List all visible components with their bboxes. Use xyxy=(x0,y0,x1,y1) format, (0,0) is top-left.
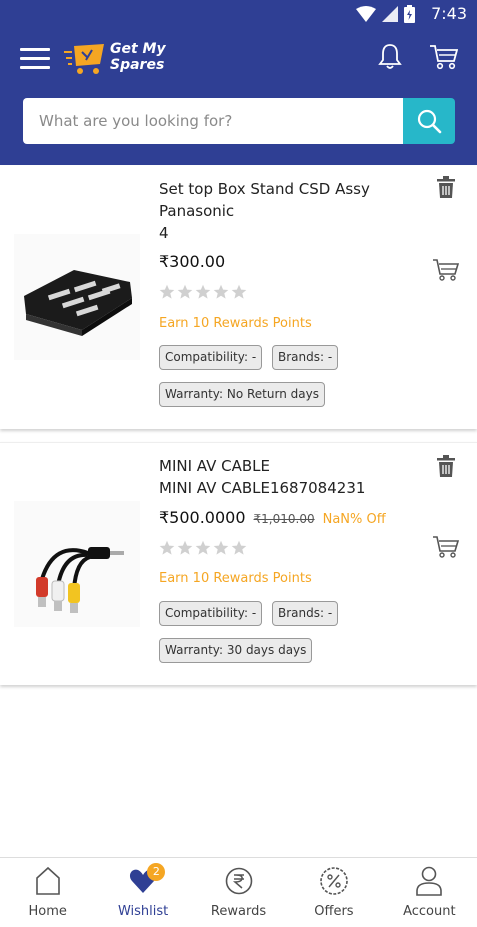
wishlist-item[interactable]: Set top Box Stand CSD Assy Panasonic 4 ₹… xyxy=(0,166,477,429)
logo-text: Get My Spares xyxy=(110,41,166,73)
nav-offers[interactable]: Offers xyxy=(286,858,381,927)
price: ₹500.0000 xyxy=(159,508,246,527)
nav-rewards[interactable]: Rewards xyxy=(191,858,286,927)
price: ₹300.00 xyxy=(159,252,226,271)
status-time: 7:43 xyxy=(431,4,467,23)
delete-icon[interactable] xyxy=(437,176,455,198)
wifi-icon xyxy=(356,6,376,22)
nav-home[interactable]: Home xyxy=(0,858,95,927)
status-icons xyxy=(356,5,415,23)
star-icon xyxy=(159,540,175,555)
app-logo[interactable]: Get My Spares xyxy=(64,38,184,78)
nav-label: Rewards xyxy=(210,904,267,919)
add-to-cart-icon[interactable] xyxy=(433,535,459,559)
delete-icon[interactable] xyxy=(437,455,455,477)
rewards-text: Earn 10 Rewards Points xyxy=(159,316,312,331)
rewards-text: Earn 10 Rewards Points xyxy=(159,571,312,586)
nav-label: Home xyxy=(28,904,67,919)
nav-label: Account xyxy=(403,904,456,919)
wishlist-count-badge: 2 xyxy=(147,863,166,881)
star-rating xyxy=(159,540,247,556)
cart-icon[interactable] xyxy=(430,44,458,70)
product-image[interactable] xyxy=(14,234,140,360)
original-price: ₹1,010.00 xyxy=(253,512,315,526)
percent-icon xyxy=(320,867,348,895)
star-icon xyxy=(231,284,247,299)
nav-wishlist[interactable]: 2 Wishlist xyxy=(95,858,190,927)
star-icon xyxy=(195,284,211,299)
price-row: ₹300.00 xyxy=(159,252,225,271)
hamburger-menu-icon[interactable] xyxy=(20,48,50,70)
star-icon xyxy=(177,540,193,555)
compatibility-chip: Compatibility: - xyxy=(159,345,263,370)
star-icon xyxy=(213,284,229,299)
star-icon xyxy=(231,540,247,555)
warranty-chip: Warranty: 30 days days xyxy=(159,638,313,663)
bottom-nav: Home 2 Wishlist Rewards Offers Account xyxy=(0,857,477,927)
star-icon xyxy=(213,540,229,555)
warranty-chip: Warranty: No Return days xyxy=(159,382,325,407)
search-box xyxy=(23,98,403,144)
notification-bell-icon[interactable] xyxy=(378,42,402,70)
compatibility-chip: Compatibility: - xyxy=(159,601,263,626)
app-bar: Get My Spares xyxy=(0,28,477,165)
search-icon xyxy=(417,109,442,134)
nav-label: Wishlist xyxy=(117,904,169,919)
user-icon xyxy=(416,866,443,896)
nav-account[interactable]: Account xyxy=(382,858,477,927)
product-image[interactable] xyxy=(14,501,140,627)
search-input[interactable] xyxy=(23,98,403,144)
add-to-cart-icon[interactable] xyxy=(433,258,459,282)
star-rating xyxy=(159,284,247,300)
brands-chip: Brands: - xyxy=(272,345,339,370)
status-bar: 7:43 xyxy=(0,0,477,28)
product-title[interactable]: MINI AV CABLE MINI AV CABLE1687084231 xyxy=(159,455,409,499)
star-icon xyxy=(195,540,211,555)
wishlist-item[interactable]: MINI AV CABLE MINI AV CABLE1687084231 ₹5… xyxy=(0,442,477,685)
star-icon xyxy=(159,284,175,299)
logo-cart-icon xyxy=(64,44,104,74)
product-title[interactable]: Set top Box Stand CSD Assy Panasonic 4 xyxy=(159,178,409,244)
battery-icon xyxy=(404,5,415,23)
price-row: ₹500.0000 ₹1,010.00 NaN% Off xyxy=(159,508,386,527)
discount-label: NaN% Off xyxy=(322,512,386,527)
brands-chip: Brands: - xyxy=(272,601,339,626)
home-icon xyxy=(35,866,60,895)
search-button[interactable] xyxy=(403,98,455,144)
star-icon xyxy=(177,284,193,299)
signal-icon xyxy=(382,6,398,22)
nav-label: Offers xyxy=(314,904,354,919)
rupee-icon xyxy=(225,867,252,895)
